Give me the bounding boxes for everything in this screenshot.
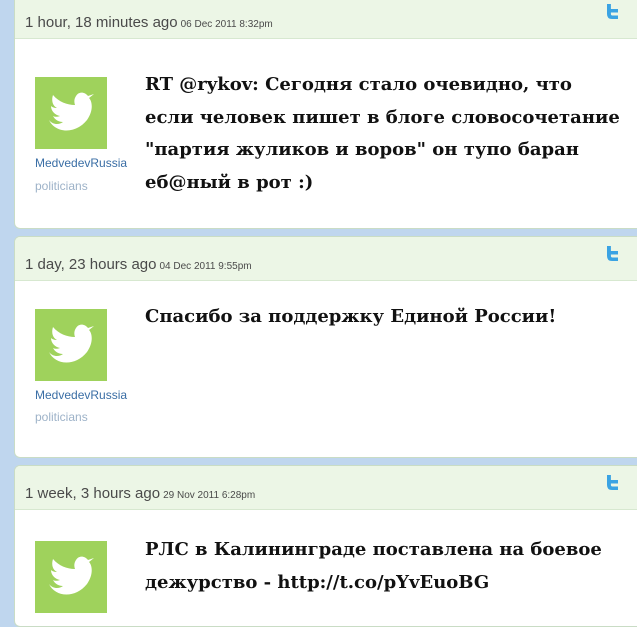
twitter-icon[interactable] (603, 245, 621, 263)
tweet-timestamp: 06 Dec 2011 8:32pm (180, 19, 273, 30)
tweet-timestamp: 04 Dec 2011 9:55pm (159, 261, 252, 272)
tweet-text: Спасибо за поддержку Единой России! (145, 306, 557, 327)
username-link[interactable]: MedvedevRussia (35, 156, 127, 170)
tweet-timestamp: 29 Nov 2011 6:28pm (163, 490, 256, 501)
user-avatar[interactable] (35, 541, 107, 613)
user-avatar[interactable] (35, 309, 107, 381)
user-category-link[interactable]: politicians (35, 410, 88, 424)
tweet-text: RT @rykov: Сегодня стало очевидно, что е… (145, 74, 620, 193)
tweet-card-header: 1 week, 3 hours ago 29 Nov 2011 6:28pm (15, 466, 637, 510)
username-link[interactable]: MedvedevRussia (35, 388, 127, 402)
tweet-ago[interactable]: 1 week, 3 hours ago (25, 485, 160, 502)
twitter-icon[interactable] (603, 474, 621, 492)
tweet-time: 1 week, 3 hours ago 29 Nov 2011 6:28pm (25, 485, 255, 502)
tweet-time: 1 hour, 18 minutes ago 06 Dec 2011 8:32pm (25, 14, 273, 31)
twitter-bird-avatar-icon (49, 92, 94, 131)
twitter-icon[interactable] (603, 3, 621, 21)
tweet-text: РЛС в Калининграде поставлена на боевое … (145, 539, 602, 593)
twitter-bird-avatar-icon (49, 556, 94, 595)
tweet-time: 1 day, 23 hours ago 04 Dec 2011 9:55pm (25, 256, 252, 273)
tweet-card-header: 1 day, 23 hours ago 04 Dec 2011 9:55pm (15, 237, 637, 281)
tweet-ago[interactable]: 1 day, 23 hours ago (25, 256, 156, 273)
tweet-card-header: 1 hour, 18 minutes ago 06 Dec 2011 8:32pm (15, 0, 637, 39)
tweet-card: 1 day, 23 hours ago 04 Dec 2011 9:55pm Me… (14, 236, 637, 458)
tweet-card: 1 week, 3 hours ago 29 Nov 2011 6:28pm РЛ… (14, 465, 637, 627)
twitter-bird-avatar-icon (49, 324, 94, 363)
user-avatar[interactable] (35, 77, 107, 149)
tweet-card: 1 hour, 18 minutes ago 06 Dec 2011 8:32pm… (14, 0, 637, 229)
user-category-link[interactable]: politicians (35, 179, 88, 193)
tweet-ago[interactable]: 1 hour, 18 minutes ago (25, 14, 178, 31)
